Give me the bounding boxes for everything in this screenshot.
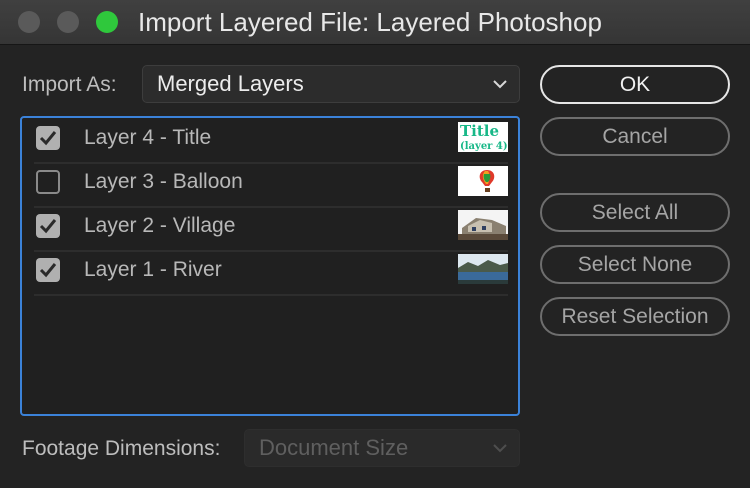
layer-row[interactable]: Layer 2 - Village (34, 206, 508, 252)
layer-label: Layer 1 - River (84, 258, 222, 281)
title-bar[interactable]: Import Layered File: Layered Photoshop (0, 0, 750, 45)
layer-list[interactable]: Layer 4 - Title Title (layer 4) Layer 3 … (20, 116, 520, 416)
layer-checkbox[interactable] (36, 170, 60, 194)
layer-thumbnail: Title (layer 4) (458, 122, 508, 152)
zoom-window-button[interactable] (96, 11, 118, 33)
checkmark-icon (39, 131, 57, 146)
layer-thumbnail (458, 254, 508, 284)
select-all-button[interactable]: Select All (540, 193, 730, 232)
footage-dimensions-select: Document Size (244, 429, 520, 467)
import-as-select[interactable]: Merged Layers (142, 65, 520, 103)
footage-dimensions-value: Document Size (259, 435, 409, 460)
select-none-button[interactable]: Select None (540, 245, 730, 284)
layer-row[interactable]: Layer 3 - Balloon (34, 162, 508, 208)
chevron-down-icon (493, 80, 507, 89)
import-as-label: Import As: (22, 73, 117, 96)
layer-thumbnail (458, 210, 508, 240)
thumb-title-text: Title (460, 122, 499, 140)
layer-row[interactable]: Layer 1 - River (34, 250, 508, 296)
minimize-window-button[interactable] (57, 11, 79, 33)
chevron-down-icon (493, 444, 507, 453)
import-layered-file-dialog: Import Layered File: Layered Photoshop I… (0, 0, 750, 488)
layer-thumbnail (458, 166, 508, 196)
checkmark-icon (39, 219, 57, 234)
window-title: Import Layered File: Layered Photoshop (138, 7, 602, 37)
layer-checkbox[interactable] (36, 126, 60, 150)
cancel-button[interactable]: Cancel (540, 117, 730, 156)
close-window-button[interactable] (18, 11, 40, 33)
checkmark-icon (39, 263, 57, 278)
layer-checkbox[interactable] (36, 214, 60, 238)
layer-label: Layer 4 - Title (84, 126, 212, 149)
layer-checkbox[interactable] (36, 258, 60, 282)
footage-dimensions-label: Footage Dimensions: (22, 437, 221, 460)
import-as-value: Merged Layers (157, 71, 304, 96)
ok-button[interactable]: OK (540, 65, 730, 104)
reset-selection-button[interactable]: Reset Selection (540, 297, 730, 336)
layer-label: Layer 3 - Balloon (84, 170, 243, 193)
layer-row[interactable]: Layer 4 - Title Title (layer 4) (34, 118, 508, 164)
thumb-subtitle-text: (layer 4) (460, 141, 508, 152)
layer-label: Layer 2 - Village (84, 214, 236, 237)
